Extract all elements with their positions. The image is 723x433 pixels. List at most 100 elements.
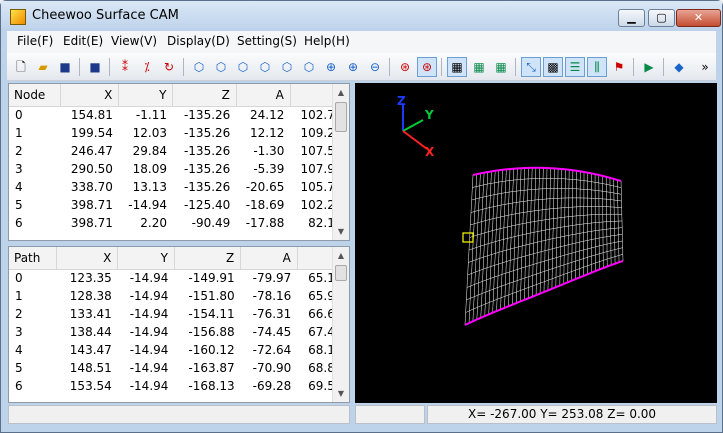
table-row[interactable]: 1 199.54 12.03 -135.26 12.12 109.20 [9, 124, 349, 142]
table-cell: 153.54 [69, 379, 112, 393]
table-cell: 148.51 [69, 361, 112, 375]
menu-display[interactable]: Display(D) [167, 34, 230, 48]
scroll-down-icon[interactable]: ▼ [333, 223, 349, 240]
table-cell: -135.26 [183, 180, 231, 194]
view-cube-iso-icon[interactable]: ⬡ [299, 57, 319, 77]
menu-help[interactable]: Help(H) [304, 34, 350, 48]
delete-node-icon[interactable]: ⁒ [137, 57, 157, 77]
column-header[interactable]: Z [174, 247, 242, 270]
table-row[interactable]: 5 398.71 -14.94 -125.40 -18.69 102.27 [9, 196, 349, 214]
table-cell: -76.31 [252, 307, 292, 321]
table-row[interactable]: 4 338.70 13.13 -135.26 -20.65 105.77 [9, 178, 349, 196]
solid-icon[interactable]: ◆ [669, 57, 689, 77]
axis-z-label: Z [397, 94, 406, 108]
scroll-thumb[interactable] [335, 102, 347, 132]
column-header[interactable]: Path [9, 247, 58, 270]
view-cube-front-icon[interactable]: ⬡ [189, 57, 209, 77]
zoom-out-icon[interactable]: ⊖ [365, 57, 385, 77]
status-left [8, 405, 350, 424]
save-path-icon[interactable]: ■ [85, 57, 105, 77]
column-header[interactable]: Y [118, 84, 174, 107]
table-cell: 12.12 [250, 126, 285, 140]
column-header[interactable]: A [236, 84, 291, 107]
table-cell: -14.94 [129, 343, 169, 357]
table-cell: 2.20 [140, 216, 167, 230]
3d-viewport[interactable]: Z Y X [355, 83, 717, 403]
new-file-icon[interactable]: 🗋 [11, 57, 31, 77]
column-header[interactable]: X [56, 247, 119, 270]
rotate-node-icon[interactable]: ↻ [159, 57, 179, 77]
window-title: Cheewoo Surface CAM [32, 8, 179, 23]
table-cell: -78.16 [252, 289, 292, 303]
table-cell: 6 [15, 379, 23, 393]
scroll-thumb[interactable] [335, 265, 347, 281]
grid-green-alt-icon[interactable]: ▦ [491, 57, 511, 77]
menu-file[interactable]: File(F) [17, 34, 53, 48]
chart-icon[interactable]: ⫼ [587, 57, 607, 77]
menu-setting[interactable]: Setting(S) [237, 34, 297, 48]
flag-icon[interactable]: ⚑ [609, 57, 629, 77]
table-cell: 13.13 [132, 180, 167, 194]
view-cube-right-icon[interactable]: ⬡ [255, 57, 275, 77]
column-header[interactable]: Node [9, 84, 62, 107]
table-cell: -14.94 [128, 198, 167, 212]
axis-icon[interactable]: ⤡ [521, 57, 541, 77]
scroll-up-icon[interactable]: ▲ [333, 247, 349, 264]
menu-view[interactable]: View(V) [111, 34, 157, 48]
insert-node-icon[interactable]: ⁑ [115, 57, 135, 77]
table-cell: -135.26 [183, 162, 231, 176]
table-row[interactable]: 4 143.47 -14.94 -160.12 -72.64 68.16 [9, 341, 349, 359]
view-cube-top-icon[interactable]: ⬡ [277, 57, 297, 77]
status-mid [355, 405, 425, 424]
column-header[interactable]: X [60, 84, 120, 107]
table-cell: -1.30 [253, 144, 285, 158]
column-header[interactable]: Z [172, 84, 237, 107]
path-table-pane: PathXYZAB 0123.35-14.94-149.91-79.9765.1… [8, 246, 350, 403]
maximize-button[interactable]: ▢ [648, 9, 675, 27]
zoom-in-icon[interactable]: ⊕ [343, 57, 363, 77]
table-row[interactable]: 2 246.47 29.84 -135.26 -1.30 107.55 [9, 142, 349, 160]
table-cell: -72.64 [252, 343, 292, 357]
table-cell: -156.88 [188, 325, 235, 339]
table-cell: -74.45 [252, 325, 292, 339]
mesh-icon[interactable]: ▩ [543, 57, 563, 77]
table-cell: 5 [15, 198, 23, 212]
title-bar[interactable]: Cheewoo Surface CAM ▁ ▢ ✕ [1, 1, 722, 32]
close-button[interactable]: ✕ [676, 9, 721, 27]
scroll-up-icon[interactable]: ▲ [333, 84, 349, 101]
show-path-icon[interactable]: ⊛ [417, 57, 437, 77]
view-cube-back-icon[interactable]: ⬡ [211, 57, 231, 77]
table-cell: 12.03 [132, 126, 167, 140]
table-cell: -69.28 [252, 379, 292, 393]
scroll-down-icon[interactable]: ▼ [333, 385, 349, 402]
show-surface-icon[interactable]: ⊛ [395, 57, 415, 77]
table-cell: 18.09 [132, 162, 167, 176]
table-row[interactable]: 6 398.71 2.20 -90.49 -17.88 82.14 [9, 214, 349, 232]
table-row[interactable]: 1 128.38 -14.94 -151.80 -78.16 65.92 [9, 287, 349, 305]
more-icon[interactable]: » [695, 57, 715, 77]
menu-edit[interactable]: Edit(E) [63, 34, 103, 48]
status-coords: X= -267.00 Y= 253.08 Z= 0.00 [427, 405, 717, 424]
table-row[interactable]: 3 290.50 18.09 -135.26 -5.39 107.92 [9, 160, 349, 178]
table-row[interactable]: 0 123.35 -14.94 -149.91 -79.97 65.14 [9, 269, 349, 287]
app-icon [10, 9, 26, 25]
column-header[interactable]: A [240, 247, 298, 270]
path-scrollbar[interactable]: ▲ ▼ [332, 247, 349, 402]
table-row[interactable]: 6 153.54 -14.94 -168.13 -69.28 69.54 [9, 377, 349, 395]
table-row[interactable]: 2 133.41 -14.94 -154.11 -76.31 66.68 [9, 305, 349, 323]
open-folder-icon[interactable]: ▰ [33, 57, 53, 77]
node-scrollbar[interactable]: ▲ ▼ [332, 84, 349, 240]
layers-icon[interactable]: ☰ [565, 57, 585, 77]
grid-green-icon[interactable]: ▦ [469, 57, 489, 77]
table-cell: 123.35 [69, 271, 112, 286]
table-row[interactable]: 3 138.44 -14.94 -156.88 -74.45 67.43 [9, 323, 349, 341]
view-cube-left-icon[interactable]: ⬡ [233, 57, 253, 77]
table-row[interactable]: 0 154.81 -1.11 -135.26 24.12 102.75 [9, 106, 349, 124]
run-icon[interactable]: ▶ [639, 57, 659, 77]
save-icon[interactable]: ■ [55, 57, 75, 77]
zoom-fit-icon[interactable]: ⊕ [321, 57, 341, 77]
table-row[interactable]: 5 148.51 -14.94 -163.87 -70.90 68.87 [9, 359, 349, 377]
grid-black-icon[interactable]: ▦ [447, 57, 467, 77]
column-header[interactable]: Y [117, 247, 175, 270]
minimize-button[interactable]: ▁ [618, 9, 645, 27]
